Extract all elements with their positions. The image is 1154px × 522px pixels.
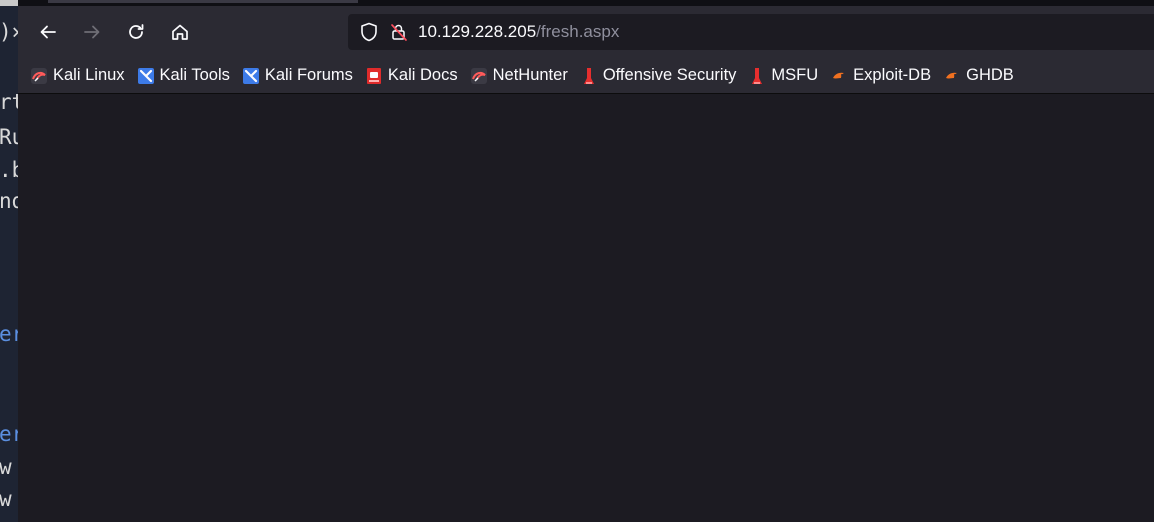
terminal-line: .b	[0, 158, 18, 182]
kali-forums-icon	[242, 67, 260, 85]
bookmark-label: Kali Tools	[159, 66, 230, 84]
reload-icon	[129, 24, 144, 39]
bookmark-nethunter[interactable]: NetHunter	[470, 66, 568, 85]
bookmark-label: MSFU	[771, 66, 819, 84]
url-text[interactable]: 10.129.228.205/fresh.aspx	[418, 22, 619, 42]
tracking-protection-icon[interactable]	[358, 21, 380, 43]
terminal-line: rt	[0, 90, 18, 114]
bookmark-kali-tools[interactable]: Kali Tools	[137, 66, 230, 85]
bookmark-label: Exploit-DB	[853, 66, 932, 84]
address-bar[interactable]: 10.129.228.205/fresh.aspx	[348, 14, 1154, 50]
kali-docs-icon	[365, 67, 383, 85]
bookmark-label: GHDB	[966, 66, 1014, 84]
bookmark-offensive-security[interactable]: Offensive Security	[580, 66, 737, 85]
back-button[interactable]	[32, 16, 64, 48]
page-content	[18, 95, 1154, 522]
forward-button[interactable]	[76, 16, 108, 48]
url-host: 10.129.228.205	[418, 22, 537, 41]
bookmark-kali-docs[interactable]: Kali Docs	[365, 66, 458, 85]
navigation-toolbar: 10.129.228.205/fresh.aspx	[18, 6, 1154, 58]
kali-dragon-icon	[30, 67, 48, 85]
reload-button[interactable]	[120, 16, 152, 48]
bookmark-msfu[interactable]: MSFU	[748, 66, 818, 85]
bookmark-kali-forums[interactable]: Kali Forums	[242, 66, 353, 85]
bookmark-label: NetHunter	[492, 66, 568, 84]
msfu-icon	[748, 67, 766, 85]
arrow-right-icon	[84, 25, 100, 39]
arrow-left-icon	[40, 25, 56, 39]
bookmark-exploit-db[interactable]: Exploit-DB	[830, 66, 931, 85]
terminal-line: er	[0, 422, 18, 446]
terminal-top-edge	[0, 0, 18, 6]
exploit-db-icon	[830, 67, 848, 85]
browser-window: 10.129.228.205/fresh.aspx Kali Linux Kal…	[18, 0, 1154, 522]
bookmark-kali-linux[interactable]: Kali Linux	[30, 66, 125, 85]
terminal-line: w	[0, 487, 12, 511]
bookmark-label: Kali Forums	[264, 66, 353, 84]
kali-tools-icon	[137, 67, 155, 85]
nethunter-icon	[470, 67, 488, 85]
bookmarks-toolbar: Kali Linux Kali Tools Kali Forums Kali D…	[18, 58, 1154, 94]
home-button[interactable]	[164, 16, 196, 48]
ghdb-icon	[943, 67, 961, 85]
terminal-line: )×	[0, 20, 18, 44]
active-tab-edge[interactable]	[48, 0, 358, 3]
bookmark-label: Kali Linux	[53, 66, 125, 84]
bookmark-label: Offensive Security	[602, 66, 737, 84]
home-icon	[172, 24, 188, 40]
bookmark-label: Kali Docs	[387, 66, 458, 84]
terminal-line: er	[0, 322, 18, 346]
offsec-icon	[580, 67, 598, 85]
background-terminal: )× rt Ru .b nd er er w w	[0, 0, 18, 522]
terminal-line: nd	[0, 189, 18, 213]
terminal-line: Ru	[0, 125, 18, 149]
url-path: /fresh.aspx	[536, 22, 620, 41]
terminal-line: w	[0, 455, 12, 479]
bookmark-ghdb[interactable]: GHDB	[943, 66, 1014, 85]
insecure-lock-icon[interactable]	[388, 21, 410, 43]
